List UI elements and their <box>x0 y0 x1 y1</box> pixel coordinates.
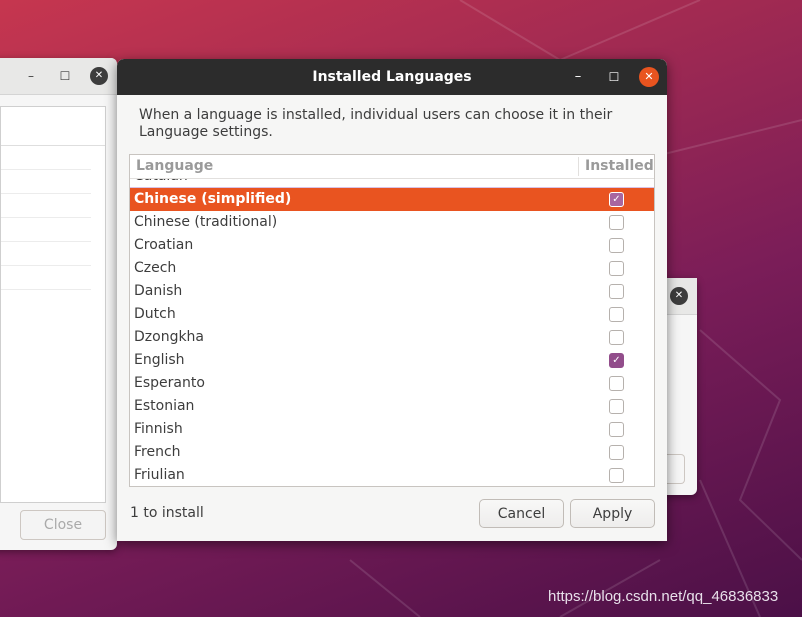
language-label: Dzongkha <box>134 329 205 345</box>
language-label: Finnish <box>134 421 183 437</box>
list-item[interactable]: Dutch <box>130 303 654 326</box>
installed-checkbox[interactable] <box>609 468 624 483</box>
minimize-icon[interactable]: – <box>22 67 40 85</box>
background-close-button[interactable]: Close <box>20 510 106 540</box>
installed-languages-dialog: Installed Languages – ☐ ✕ When a languag… <box>117 59 667 541</box>
column-header-language[interactable]: Language <box>136 158 213 174</box>
column-header-installed[interactable]: Installed <box>585 158 654 174</box>
list-item[interactable]: Esperanto <box>130 372 654 395</box>
apply-button[interactable]: Apply <box>570 499 655 528</box>
cancel-button[interactable]: Cancel <box>479 499 564 528</box>
installed-checkbox[interactable] <box>609 330 624 345</box>
background-window-left: – ☐ ✕ Close <box>0 58 117 550</box>
column-separator <box>578 157 579 176</box>
language-label: Croatian <box>134 237 194 253</box>
installed-checkbox[interactable] <box>609 422 624 437</box>
installed-checkbox[interactable] <box>609 284 624 299</box>
language-label: Chinese (traditional) <box>134 214 278 230</box>
list-item[interactable]: Danish <box>130 280 654 303</box>
language-label: Czech <box>134 260 177 276</box>
language-label: Chinese (simplified) <box>134 191 292 207</box>
close-icon[interactable]: ✕ <box>639 67 659 87</box>
list-item[interactable]: English ✓ <box>130 349 654 372</box>
list-item[interactable]: Chinese (simplified) ✓ <box>130 188 654 211</box>
maximize-icon[interactable]: ☐ <box>604 67 624 87</box>
installed-checkbox[interactable]: ✓ <box>609 353 624 368</box>
installed-checkbox[interactable] <box>609 215 624 230</box>
installed-checkbox[interactable] <box>609 307 624 322</box>
list-body: Catalan Chinese (simplified) ✓ Chinese (tr… <box>130 179 654 486</box>
language-label: French <box>134 444 181 460</box>
language-label: Esperanto <box>134 375 205 391</box>
installed-checkbox[interactable] <box>609 376 624 391</box>
installed-checkbox[interactable]: ✓ <box>609 192 624 207</box>
language-label: Estonian <box>134 398 195 414</box>
maximize-icon[interactable]: ☐ <box>56 67 74 85</box>
close-icon[interactable]: ✕ <box>670 287 688 305</box>
language-list[interactable]: Language Installed Catalan Chinese (simp… <box>129 154 655 487</box>
watermark-text: https://blog.csdn.net/qq_46836833 <box>548 588 779 605</box>
list-item[interactable]: Czech <box>130 257 654 280</box>
installed-checkbox[interactable] <box>609 261 624 276</box>
installed-checkbox[interactable] <box>609 445 624 460</box>
dialog-titlebar: Installed Languages – ☐ ✕ <box>117 59 667 95</box>
installed-checkbox[interactable] <box>609 238 624 253</box>
language-label: Friulian <box>134 467 185 483</box>
list-item[interactable]: Croatian <box>130 234 654 257</box>
language-label: Danish <box>134 283 183 299</box>
dialog-description: When a language is installed, individual… <box>139 107 613 140</box>
list-item[interactable]: Catalan <box>130 179 654 188</box>
installed-checkbox[interactable] <box>609 399 624 414</box>
list-item[interactable]: Chinese (traditional) <box>130 211 654 234</box>
list-header: Language Installed <box>130 155 654 179</box>
language-label: Dutch <box>134 306 176 322</box>
list-item[interactable]: Friulian <box>130 464 654 486</box>
list-item[interactable]: Estonian <box>130 395 654 418</box>
close-icon[interactable]: ✕ <box>90 67 108 85</box>
background-list <box>0 106 106 503</box>
status-text: 1 to install <box>130 505 204 521</box>
background-window-titlebar: – ☐ ✕ <box>0 58 117 95</box>
list-item[interactable]: French <box>130 441 654 464</box>
language-label: English <box>134 352 185 368</box>
list-item[interactable]: Dzongkha <box>130 326 654 349</box>
minimize-icon[interactable]: – <box>568 67 588 87</box>
background-field <box>666 454 685 484</box>
list-item[interactable]: Finnish <box>130 418 654 441</box>
